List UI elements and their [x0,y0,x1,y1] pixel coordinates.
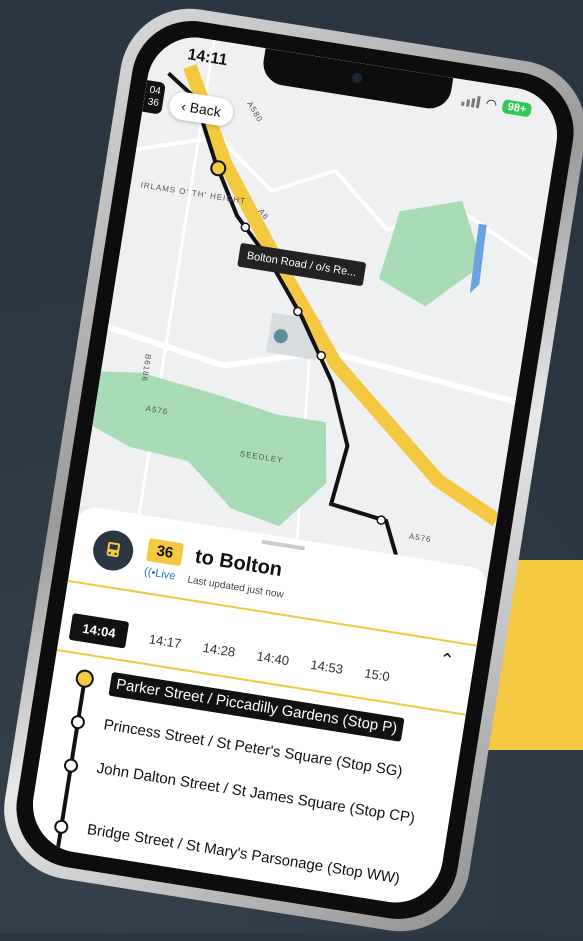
side-badge-line-2: 36 [146,96,160,110]
time-chip[interactable]: 14:28 [202,640,236,660]
back-label: Back [188,99,223,120]
map-stop-marker[interactable] [376,515,386,525]
time-chip[interactable]: 14:53 [310,657,344,677]
route-panel: 36 to Bolton ((•Live Last updated just n… [26,504,489,910]
signal-icon [461,94,481,109]
stop-dot [62,757,80,774]
map-stop-marker[interactable] [316,350,326,361]
time-chip[interactable]: 14:17 [148,631,182,651]
map-stop-marker[interactable] [293,306,303,317]
chevron-up-icon[interactable]: ⌃ [437,649,456,672]
time-chip[interactable]: 15:0 [363,665,390,684]
time-chip-active[interactable]: 14:04 [68,613,130,649]
live-label: Live [154,567,177,583]
panel-grabber[interactable] [261,539,306,551]
bus-glyph [106,541,121,558]
map-current-stop-marker[interactable] [210,160,227,177]
bus-icon [90,527,137,574]
chevron-left-icon: ‹ [180,97,188,115]
battery-indicator: 98+ [501,99,533,118]
stop-dot [69,714,86,731]
time-chip[interactable]: 14:40 [256,648,290,668]
map-stop-marker[interactable] [240,222,251,232]
wifi-icon: ◠ [484,95,499,113]
stop-dot [53,818,70,835]
route-number-badge: 36 [145,538,184,567]
current-stop-dot [74,668,96,689]
live-indicator: ((•Live [143,566,176,583]
